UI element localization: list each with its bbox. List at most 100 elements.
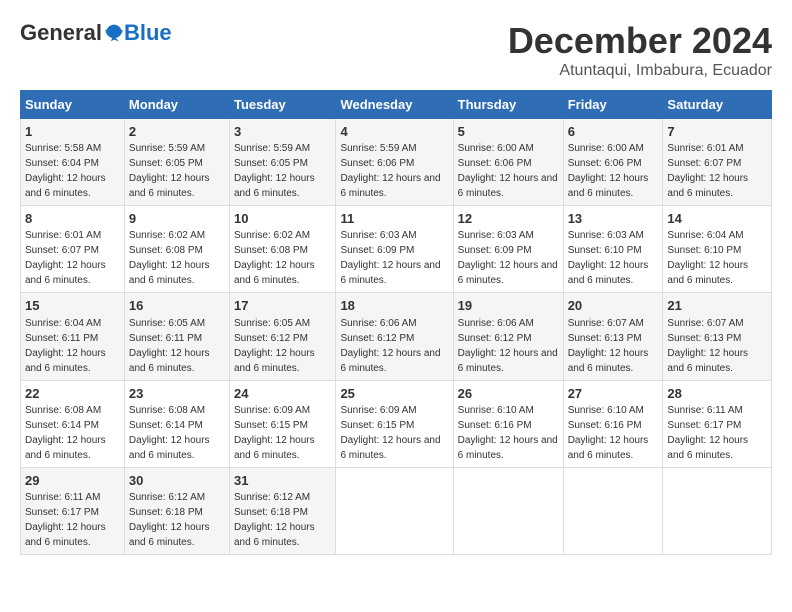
table-row: 5 Sunrise: 6:00 AMSunset: 6:06 PMDaylight… — [453, 119, 563, 206]
day-info: Sunrise: 5:58 AMSunset: 6:04 PMDaylight:… — [25, 143, 106, 199]
calendar-week-row: 29 Sunrise: 6:11 AMSunset: 6:17 PMDayligh… — [21, 467, 772, 554]
table-row: 20Sunrise: 6:07 AMSunset: 6:13 PMDayligh… — [563, 293, 663, 380]
day-number: 3 — [234, 123, 331, 141]
col-wednesday: Wednesday — [336, 91, 453, 119]
subtitle: Atuntaqui, Imbabura, Ecuador — [508, 62, 772, 80]
day-number: 10 — [234, 210, 331, 228]
day-number: 12 — [458, 210, 559, 228]
day-number: 17 — [234, 297, 331, 315]
col-friday: Friday — [563, 91, 663, 119]
day-info: Sunrise: 6:12 AMSunset: 6:18 PMDaylight:… — [234, 492, 315, 548]
title-area: December 2024 Atuntaqui, Imbabura, Ecuad… — [508, 20, 772, 80]
day-info: Sunrise: 6:09 AMSunset: 6:15 PMDaylight:… — [234, 405, 315, 461]
table-row: 1 Sunrise: 5:58 AMSunset: 6:04 PMDaylight… — [21, 119, 125, 206]
day-info: Sunrise: 6:11 AMSunset: 6:17 PMDaylight:… — [25, 492, 106, 548]
day-info: Sunrise: 5:59 AMSunset: 6:05 PMDaylight:… — [129, 143, 210, 199]
logo: General Blue — [20, 20, 172, 46]
table-row — [563, 467, 663, 554]
day-number: 29 — [25, 472, 120, 490]
col-tuesday: Tuesday — [229, 91, 335, 119]
table-row: 22Sunrise: 6:08 AMSunset: 6:14 PMDayligh… — [21, 380, 125, 467]
calendar-week-row: 22 Sunrise: 6:08 AMSunset: 6:14 PMDayligh… — [21, 380, 772, 467]
day-number: 2 — [129, 123, 225, 141]
logo-blue: Blue — [124, 20, 172, 46]
day-number: 19 — [458, 297, 559, 315]
day-number: 9 — [129, 210, 225, 228]
day-info: Sunrise: 6:00 AMSunset: 6:06 PMDaylight:… — [458, 143, 558, 199]
day-number: 7 — [667, 123, 767, 141]
table-row: 24Sunrise: 6:09 AMSunset: 6:15 PMDayligh… — [229, 380, 335, 467]
table-row: 7 Sunrise: 6:01 AMSunset: 6:07 PMDaylight… — [663, 119, 772, 206]
day-info: Sunrise: 5:59 AMSunset: 6:06 PMDaylight:… — [340, 143, 440, 199]
table-row: 31 Sunrise: 6:12 AMSunset: 6:18 PMDayligh… — [229, 467, 335, 554]
day-number: 30 — [129, 472, 225, 490]
day-info: Sunrise: 6:02 AMSunset: 6:08 PMDaylight:… — [129, 230, 210, 286]
day-number: 28 — [667, 385, 767, 403]
day-info: Sunrise: 6:08 AMSunset: 6:14 PMDaylight:… — [129, 405, 210, 461]
day-number: 14 — [667, 210, 767, 228]
calendar-table: Sunday Monday Tuesday Wednesday Thursday… — [20, 90, 772, 555]
table-row — [453, 467, 563, 554]
table-row: 18 Sunrise: 6:06 AMSunset: 6:12 PMDayligh… — [336, 293, 453, 380]
table-row — [663, 467, 772, 554]
day-number: 13 — [568, 210, 659, 228]
day-number: 4 — [340, 123, 448, 141]
table-row: 9 Sunrise: 6:02 AMSunset: 6:08 PMDaylight… — [124, 206, 229, 293]
logo-bird-icon — [104, 23, 124, 43]
table-row — [336, 467, 453, 554]
table-row: 6 Sunrise: 6:00 AMSunset: 6:06 PMDaylight… — [563, 119, 663, 206]
day-number: 15 — [25, 297, 120, 315]
table-row: 27 Sunrise: 6:10 AMSunset: 6:16 PMDayligh… — [563, 380, 663, 467]
day-number: 5 — [458, 123, 559, 141]
day-info: Sunrise: 6:10 AMSunset: 6:16 PMDaylight:… — [458, 405, 558, 461]
table-row: 28 Sunrise: 6:11 AMSunset: 6:17 PMDayligh… — [663, 380, 772, 467]
day-info: Sunrise: 6:10 AMSunset: 6:16 PMDaylight:… — [568, 405, 649, 461]
table-row: 2 Sunrise: 5:59 AMSunset: 6:05 PMDaylight… — [124, 119, 229, 206]
day-number: 27 — [568, 385, 659, 403]
day-info: Sunrise: 6:05 AMSunset: 6:11 PMDaylight:… — [129, 318, 210, 374]
header-row: Sunday Monday Tuesday Wednesday Thursday… — [21, 91, 772, 119]
table-row: 3 Sunrise: 5:59 AMSunset: 6:05 PMDaylight… — [229, 119, 335, 206]
day-info: Sunrise: 6:05 AMSunset: 6:12 PMDaylight:… — [234, 318, 315, 374]
day-info: Sunrise: 6:03 AMSunset: 6:10 PMDaylight:… — [568, 230, 649, 286]
day-info: Sunrise: 5:59 AMSunset: 6:05 PMDaylight:… — [234, 143, 315, 199]
calendar-week-row: 15Sunrise: 6:04 AMSunset: 6:11 PMDayligh… — [21, 293, 772, 380]
day-number: 6 — [568, 123, 659, 141]
day-info: Sunrise: 6:04 AMSunset: 6:10 PMDaylight:… — [667, 230, 748, 286]
day-number: 23 — [129, 385, 225, 403]
day-number: 26 — [458, 385, 559, 403]
logo-general: General — [20, 20, 102, 46]
header: General Blue December 2024 Atuntaqui, Im… — [20, 20, 772, 80]
main-title: December 2024 — [508, 20, 772, 62]
day-number: 1 — [25, 123, 120, 141]
col-monday: Monday — [124, 91, 229, 119]
col-saturday: Saturday — [663, 91, 772, 119]
day-info: Sunrise: 6:03 AMSunset: 6:09 PMDaylight:… — [340, 230, 440, 286]
day-info: Sunrise: 6:06 AMSunset: 6:12 PMDaylight:… — [340, 318, 440, 374]
day-number: 22 — [25, 385, 120, 403]
table-row: 8Sunrise: 6:01 AMSunset: 6:07 PMDaylight… — [21, 206, 125, 293]
table-row: 16Sunrise: 6:05 AMSunset: 6:11 PMDayligh… — [124, 293, 229, 380]
day-number: 18 — [340, 297, 448, 315]
day-number: 25 — [340, 385, 448, 403]
table-row: 4 Sunrise: 5:59 AMSunset: 6:06 PMDaylight… — [336, 119, 453, 206]
day-number: 20 — [568, 297, 659, 315]
day-info: Sunrise: 6:09 AMSunset: 6:15 PMDaylight:… — [340, 405, 440, 461]
day-info: Sunrise: 6:01 AMSunset: 6:07 PMDaylight:… — [667, 143, 748, 199]
day-number: 8 — [25, 210, 120, 228]
day-info: Sunrise: 6:02 AMSunset: 6:08 PMDaylight:… — [234, 230, 315, 286]
table-row: 10 Sunrise: 6:02 AMSunset: 6:08 PMDayligh… — [229, 206, 335, 293]
table-row: 15Sunrise: 6:04 AMSunset: 6:11 PMDayligh… — [21, 293, 125, 380]
table-row: 26 Sunrise: 6:10 AMSunset: 6:16 PMDayligh… — [453, 380, 563, 467]
day-number: 31 — [234, 472, 331, 490]
calendar-week-row: 8Sunrise: 6:01 AMSunset: 6:07 PMDaylight… — [21, 206, 772, 293]
col-sunday: Sunday — [21, 91, 125, 119]
day-info: Sunrise: 6:11 AMSunset: 6:17 PMDaylight:… — [667, 405, 748, 461]
table-row: 30Sunrise: 6:12 AMSunset: 6:18 PMDayligh… — [124, 467, 229, 554]
day-number: 21 — [667, 297, 767, 315]
calendar-week-row: 1 Sunrise: 5:58 AMSunset: 6:04 PMDaylight… — [21, 119, 772, 206]
table-row: 19Sunrise: 6:06 AMSunset: 6:12 PMDayligh… — [453, 293, 563, 380]
col-thursday: Thursday — [453, 91, 563, 119]
day-info: Sunrise: 6:00 AMSunset: 6:06 PMDaylight:… — [568, 143, 649, 199]
table-row: 13 Sunrise: 6:03 AMSunset: 6:10 PMDayligh… — [563, 206, 663, 293]
